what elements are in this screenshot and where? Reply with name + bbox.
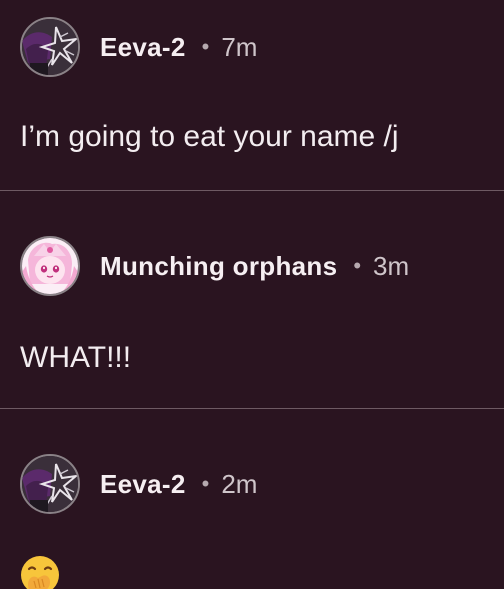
timestamp: 3m	[373, 250, 410, 281]
comment-header: Eeva-2 • 2m	[20, 452, 257, 516]
comment-emoji	[20, 555, 60, 589]
comment-text: I’m going to eat your name /j	[20, 120, 399, 153]
username[interactable]: Eeva-2	[100, 32, 186, 63]
separator-dot: •	[353, 253, 362, 278]
comment-meta: Munching orphans • 3m	[100, 251, 409, 282]
comment-header: Eeva-2 • 7m	[20, 15, 257, 79]
avatar-image	[22, 238, 78, 294]
comment-header: Munching orphans • 3m	[20, 234, 409, 298]
avatar[interactable]	[20, 236, 80, 296]
separator-dot: •	[201, 34, 210, 59]
divider	[0, 190, 504, 191]
avatar[interactable]	[20, 454, 80, 514]
face-with-hand-over-mouth-icon	[21, 556, 59, 589]
comment-feed: Eeva-2 • 7m I’m going to eat your name /…	[0, 0, 504, 589]
divider	[0, 408, 504, 409]
timestamp: 2m	[221, 468, 258, 499]
separator-dot: •	[201, 471, 210, 496]
comment-item: Eeva-2 • 2m	[0, 410, 504, 589]
comment-item: Eeva-2 • 7m I’m going to eat your name /…	[0, 0, 504, 191]
comment-meta: Eeva-2 • 7m	[100, 32, 257, 63]
avatar-image	[22, 456, 78, 512]
avatar[interactable]	[20, 17, 80, 77]
comment-meta: Eeva-2 • 2m	[100, 469, 257, 500]
comment-item: Munching orphans • 3m WHAT!!!	[0, 192, 504, 409]
username[interactable]: Munching orphans	[100, 251, 337, 282]
timestamp: 7m	[221, 31, 258, 62]
username[interactable]: Eeva-2	[100, 469, 186, 500]
avatar-image	[22, 19, 78, 75]
comment-text: WHAT!!!	[20, 341, 132, 374]
